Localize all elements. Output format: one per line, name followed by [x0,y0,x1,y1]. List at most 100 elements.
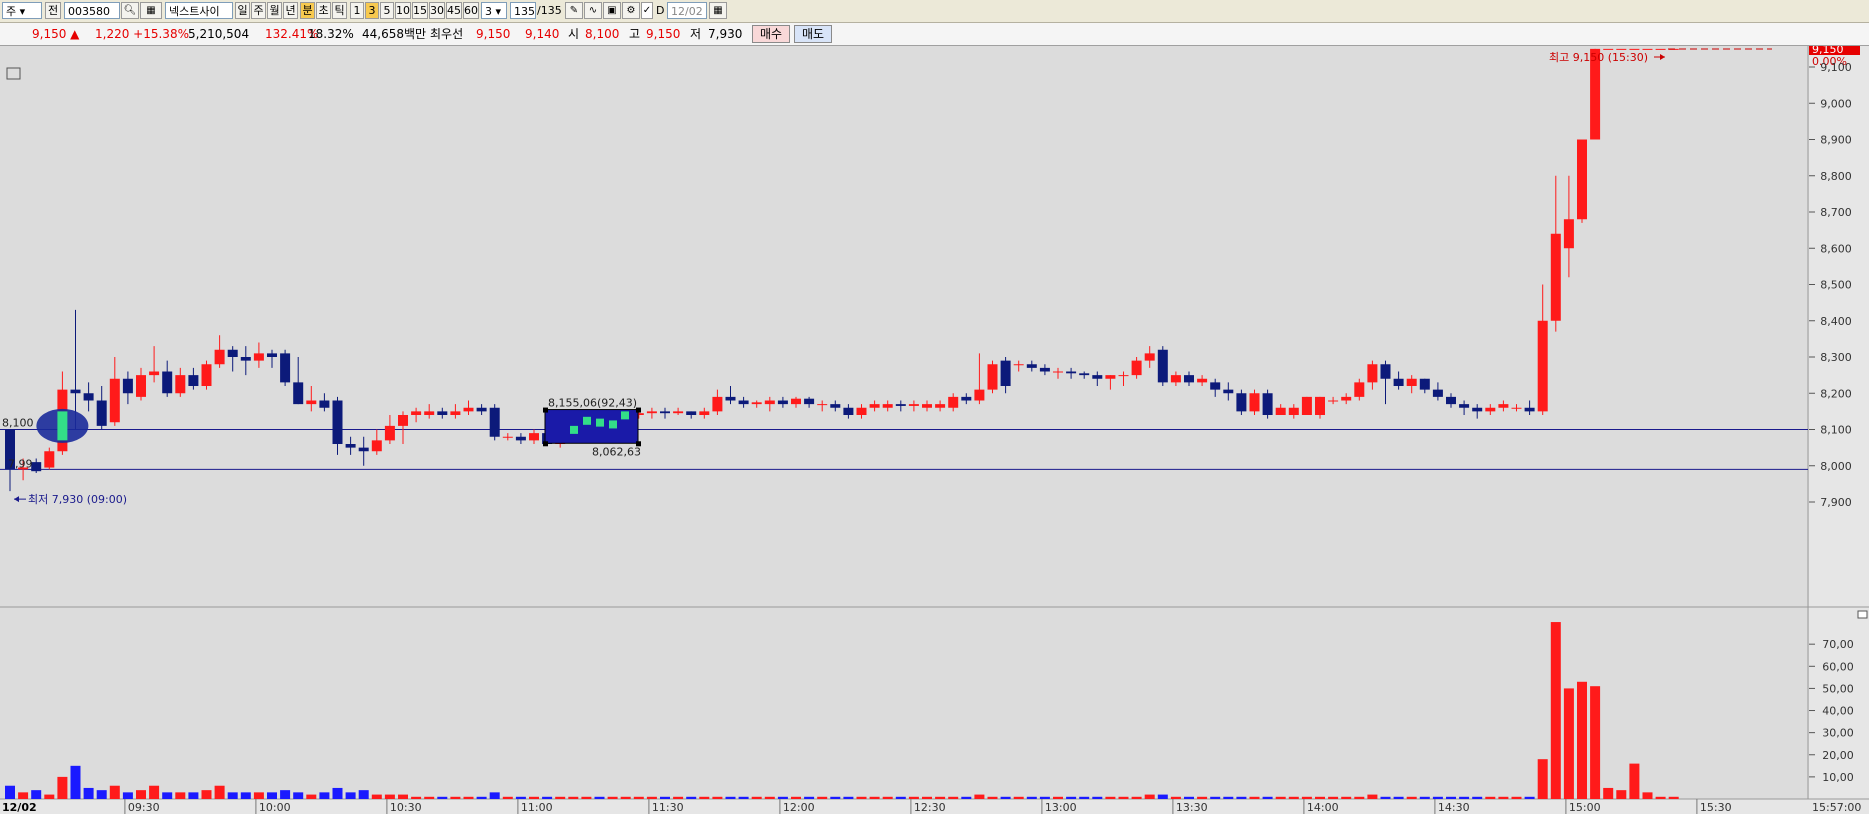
candle-body [424,411,435,415]
candle-body [1157,349,1168,383]
selection-handle [543,441,548,447]
bid-label: 최우선 [430,27,464,41]
tool-icon[interactable]: ✎ [565,2,583,19]
volume-bar [529,796,539,799]
volume-bar [542,796,553,799]
code-input[interactable]: 003580 [64,2,120,19]
price-tick-label: 8,300 [1820,351,1852,364]
candle-body [463,407,474,412]
d-checkbox[interactable]: ✓ [641,2,653,19]
volume-bar [411,796,422,799]
volume-bar [489,792,500,799]
volume-tick-label: 40,00 [1822,705,1854,718]
candle-body [1131,360,1142,376]
count-input[interactable]: 135 [510,2,536,19]
high-annotation: 최고 9,150 (15:30) [1549,51,1648,64]
buy-button[interactable]: 매수 [752,25,790,43]
volume-pane-toggle-icon[interactable] [1857,610,1868,619]
price-tick-label: 8,600 [1820,242,1852,255]
volume-bar [240,792,251,799]
candle-body [1039,367,1050,372]
search-icon[interactable]: 🔍︎ [121,2,139,19]
volume-bar [371,794,382,799]
volume-bar [1524,796,1535,799]
time-label: 09:30 [128,801,160,814]
minute-3[interactable]: 3 [365,2,379,19]
date-field[interactable]: 12/02 [667,2,707,19]
volume-bar [83,787,94,799]
volume-bar [1131,796,1142,799]
volume-bar [1446,796,1456,799]
price-tick-label: 9,000 [1820,97,1852,110]
count-total: /135 [537,4,562,17]
calendar-icon[interactable]: ▦ [709,2,727,19]
volume-bar [201,790,212,799]
volume-bar [57,776,68,799]
period-week[interactable]: 주 [251,2,266,19]
market-select[interactable]: 주 ▾ [2,2,42,19]
volume-bar [1498,796,1509,799]
candle-body [1144,353,1155,361]
volume-bar [1092,796,1103,799]
candle-body [1275,407,1286,415]
volume-bar [306,794,317,799]
interval-second[interactable]: 초 [316,2,331,19]
volume-bar [738,796,749,799]
period-day[interactable]: 일 [235,2,250,19]
sell-button[interactable]: 매도 [794,25,832,43]
volume-bar [5,785,15,799]
period-year[interactable]: 년 [283,2,298,19]
interval-minute[interactable]: 분 [300,2,315,19]
minute-10[interactable]: 10 [395,2,411,19]
minute-60[interactable]: 60 [463,2,479,19]
candle-body [122,378,133,394]
candle-body [1210,382,1221,390]
volume-bar [96,790,107,799]
minute-30[interactable]: 30 [429,2,445,19]
minute-15[interactable]: 15 [412,2,428,19]
minute-value-select[interactable]: 3 ▾ [481,2,507,19]
volume-bar [1341,796,1352,799]
volume-bar [1393,796,1404,799]
minute-1[interactable]: 1 [350,2,364,19]
volume-bar [188,792,199,799]
volume-bar [1236,796,1247,799]
volume-bar [463,796,474,799]
volume-bar [974,794,985,799]
stock-chart[interactable]: 8,155,06(92,43) 8,062,63 8,100 7,99 최저 7,930… [0,46,1869,814]
volume-bar [1144,794,1155,799]
time-label: 15:30 [1700,801,1732,814]
range-button[interactable]: 전 [45,2,61,19]
volume-tick-label: 70,00 [1822,638,1854,651]
candle-body [214,349,225,365]
volume-bar [777,796,788,799]
minute-45[interactable]: 45 [446,2,462,19]
candle-body [961,396,972,401]
stock-name-field[interactable]: 넥스트사이 [165,2,233,19]
grid-icon[interactable]: ▦ [140,2,162,19]
volume-bar [1210,796,1221,799]
candle-body [1642,48,1653,50]
interval-tick[interactable]: 틱 [332,2,347,19]
volume-bar [1275,796,1286,799]
indicator-icon[interactable]: ∿ [584,2,602,19]
volume-bar [882,796,893,799]
market-value: 주 [6,5,17,18]
volume-bar [267,792,277,799]
candle-body [660,411,670,414]
volume-bar [1603,787,1614,799]
candle-body [1000,360,1011,386]
open-value: 8,100 [585,27,620,41]
volume-bar [502,796,513,799]
candle-body [869,404,880,408]
period-month[interactable]: 월 [267,2,282,19]
save-icon[interactable]: ▣ [603,2,621,19]
settings-icon[interactable]: ⚙ [622,2,640,19]
candle-body [1184,375,1194,383]
reference-line-label: 8,100 [2,417,34,430]
time-label: 12:00 [783,801,815,814]
volume-bar [620,796,631,799]
minute-5[interactable]: 5 [380,2,394,19]
volume-bar [581,796,592,799]
volume-bar [1432,796,1443,799]
